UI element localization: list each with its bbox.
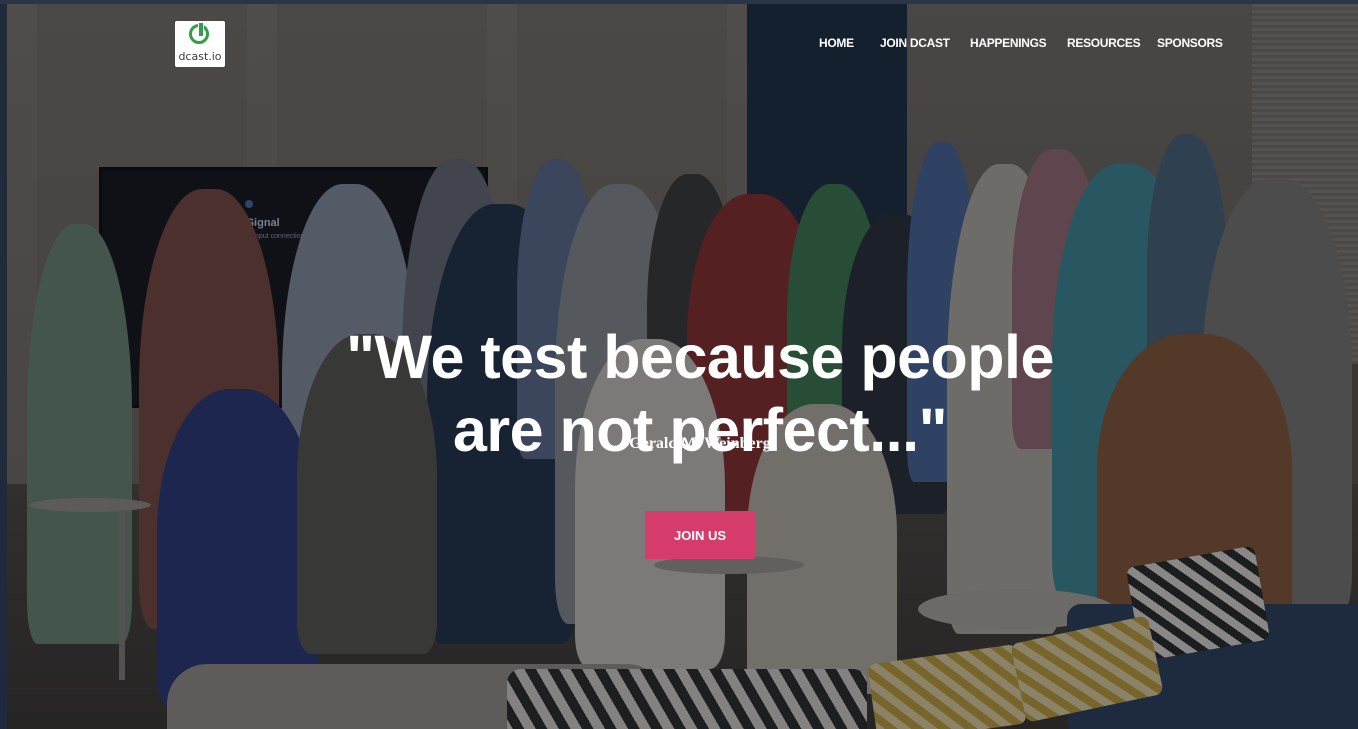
nav-sponsors[interactable]: SPONSORS <box>1157 36 1223 50</box>
hero-quote-line-1: "We test because people <box>346 322 1054 391</box>
quote-author: Gerald M. Weinberg <box>629 435 771 452</box>
nav-home[interactable]: HOME <box>819 36 854 50</box>
hero-section: No Signal eck the input connection dcast… <box>7 4 1358 729</box>
logo-text: dcast.io <box>178 50 222 63</box>
nav-happenings[interactable]: HAPPENINGS <box>970 36 1047 50</box>
nav-resources[interactable]: RESOURCES <box>1067 36 1141 50</box>
nav-join-dcast[interactable]: JOIN DCAST <box>880 36 950 50</box>
dcast-logo[interactable]: dcast.io <box>175 21 225 67</box>
power-icon-bar <box>198 22 204 37</box>
join-us-button[interactable]: JOIN US <box>645 511 755 559</box>
hero-quote-line-2: are not perfect..." <box>453 395 948 464</box>
